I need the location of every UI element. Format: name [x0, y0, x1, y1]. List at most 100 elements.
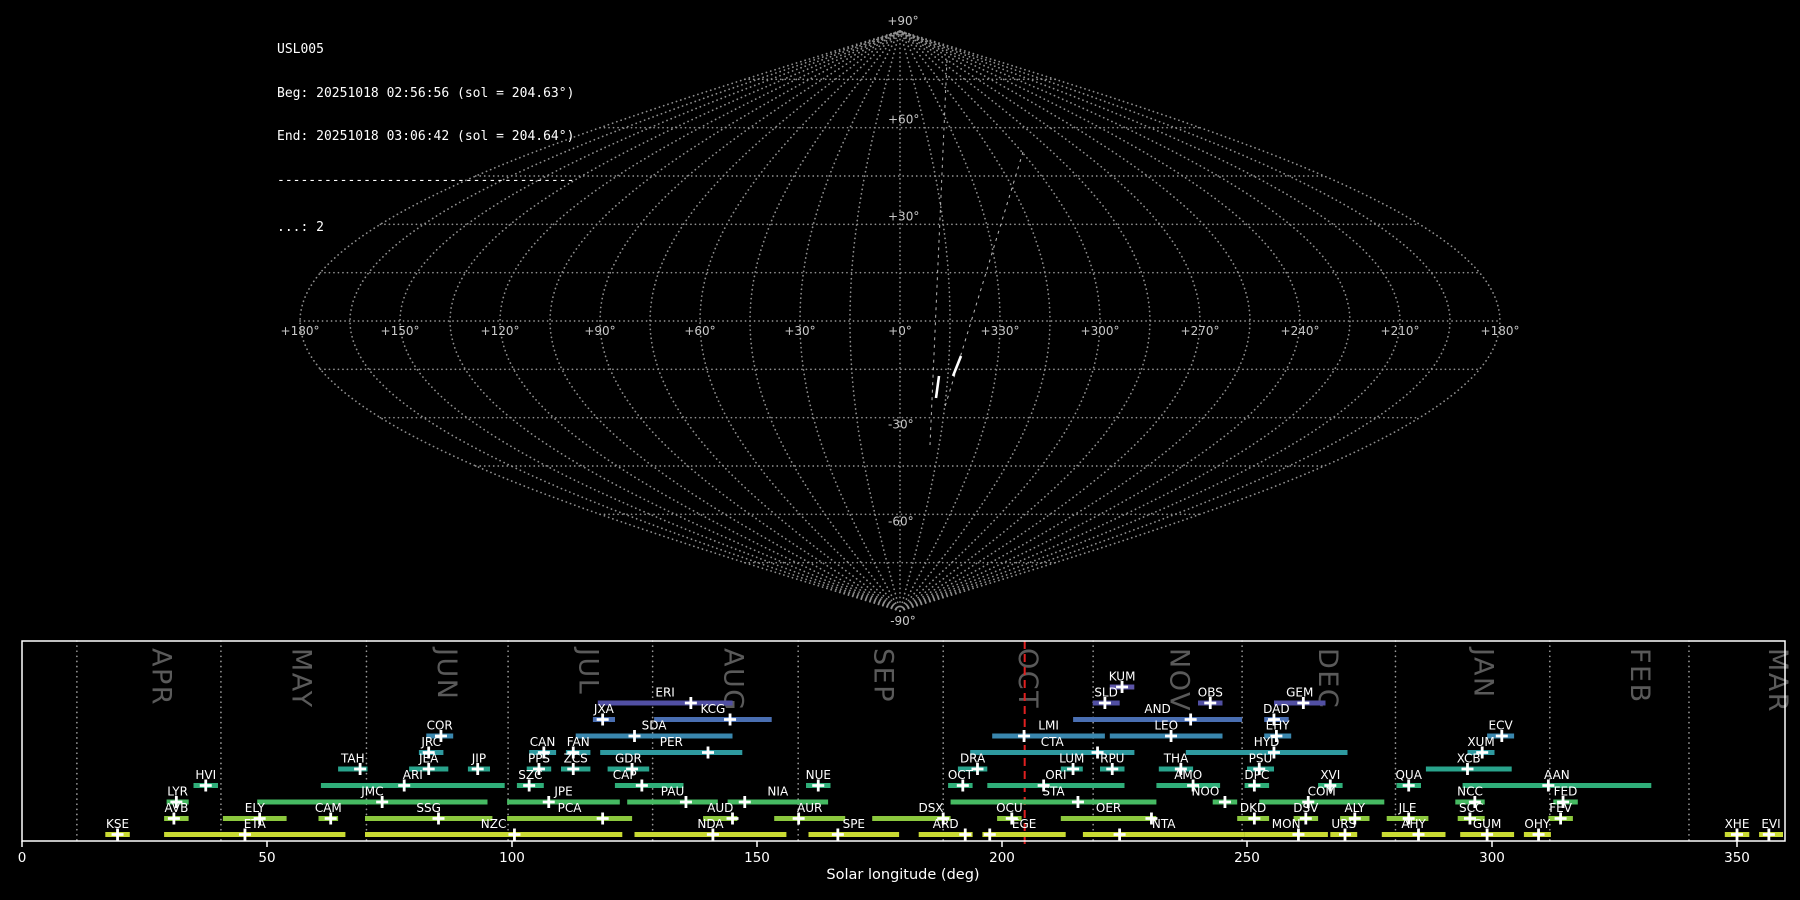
meteor-streak [934, 375, 941, 399]
shower-peak-marker-PCA [596, 812, 609, 825]
shower-label-JMC: JMC [360, 785, 383, 799]
x-axis-tick-label: 150 [744, 850, 770, 866]
shower-bar-COM [1259, 799, 1385, 805]
map-longitude-label: +120° [481, 324, 520, 338]
meteor-count-line: ...: 2 [277, 220, 324, 235]
x-axis-tick-label: 300 [1479, 850, 1505, 866]
shower-label-OER: OER [1096, 801, 1121, 815]
map-longitude-label: +150° [381, 324, 420, 338]
shower-peak-marker-NZC [508, 828, 521, 841]
map-longitude-label: +240° [1281, 324, 1320, 338]
map-latitude-label: -60° [888, 514, 914, 528]
shower-label-SPE: SPE [843, 817, 865, 831]
map-latitude-label: -90° [890, 614, 916, 628]
month-label: JUN [431, 646, 462, 700]
observation-header: USL005 Beg: 20251018 02:56:56 (sol = 204… [277, 14, 574, 265]
shower-label-ZCS: ZCS [564, 752, 588, 766]
shower-peak-marker-EGE [983, 828, 996, 841]
shower-label-GEM: GEM [1286, 686, 1313, 700]
shower-label-NDA: NDA [697, 817, 724, 831]
shower-label-ARD: ARD [933, 817, 959, 831]
shower-label-AHY: AHY [1401, 817, 1426, 831]
x-axis-tick-label: 50 [258, 850, 275, 866]
shower-label-THA: THA [1163, 752, 1189, 766]
end-time-line: End: 20251018 03:06:42 (sol = 204.64°) [277, 129, 575, 144]
shower-peak-marker-KCG [724, 713, 737, 726]
shower-label-NIA: NIA [767, 785, 789, 799]
map-longitude-label: +300° [1081, 324, 1120, 338]
month-label: DEC [1312, 648, 1343, 709]
month-label: FEB [1624, 648, 1655, 704]
shower-label-FED: FED [1554, 785, 1578, 799]
shower-bar-SPE [808, 832, 900, 837]
plot-canvas: +180° +150° +120° +90° +60° +30° +0° +330° +300°… [18, 14, 1793, 883]
map-longitude-label: +90° [584, 324, 615, 338]
shower-peak-marker-NTA [1113, 828, 1126, 841]
shower-label-JRC: JRC [420, 735, 441, 749]
shower-label-LEO: LEO [1154, 719, 1178, 733]
shower-label-ORI: ORI [1045, 768, 1066, 782]
shower-peak-marker-CAP [635, 779, 648, 792]
x-axis-title: Solar longitude (deg) [826, 867, 979, 883]
shower-label-DAD: DAD [1263, 702, 1289, 716]
shower-label-CAP: CAP [613, 768, 637, 782]
month-label: JUL [572, 646, 603, 695]
shower-peak-marker-JPE [542, 796, 555, 808]
shower-label-NTA: NTA [1152, 817, 1176, 831]
shower-label-MON: MON [1272, 817, 1301, 831]
shower-label-PER: PER [660, 735, 683, 749]
map-longitude-label: +270° [1181, 324, 1220, 338]
shower-bar-SSG [365, 816, 493, 821]
shower-label-KCG: KCG [700, 702, 725, 716]
shower-peak-marker-AND [1184, 713, 1197, 726]
shower-label-NZC: NZC [481, 817, 507, 831]
shower-label-ELY: ELY [245, 801, 266, 815]
shower-label-DSX: DSX [918, 801, 943, 815]
shower-bar-ETA [164, 832, 346, 837]
map-longitude-label: +60° [684, 324, 715, 338]
shower-bar-JMC [257, 799, 488, 805]
shower-peak-marker-STA [1071, 796, 1084, 808]
begin-time-line: Beg: 20251018 02:56:56 (sol = 204.63°) [277, 85, 575, 101]
shower-label-GDR: GDR [615, 752, 642, 766]
shower-label-EGE: EGE [1012, 817, 1036, 831]
shower-label-OCU: OCU [996, 801, 1023, 815]
shower-peak-marker-LMI [1018, 730, 1031, 742]
shower-peak-marker-ERI [684, 697, 697, 709]
month-label: JAN [1468, 646, 1499, 699]
meteor-streak [951, 355, 963, 377]
shower-label-STA: STA [1042, 785, 1065, 799]
shower-bar-NZC [365, 832, 623, 837]
map-longitude-label: +0° [888, 324, 912, 338]
shower-bar-AUR [774, 816, 846, 821]
month-label: SEP [867, 648, 898, 703]
activity-chart: APR MAY JUN JUL AUG SEP OCT NOV DEC JAN FEB MARKUME… [18, 640, 1793, 883]
shower-label-JLE: JLE [1398, 801, 1417, 815]
shower-label-ETA: ETA [244, 817, 267, 831]
shower-label-AUR: AUR [797, 801, 822, 815]
map-meridian [549, 30, 901, 612]
shower-label-NCC: NCC [1457, 785, 1483, 799]
shower-label-DPC: DPC [1244, 768, 1269, 782]
map-meridian [899, 30, 1451, 612]
shower-label-AUD: AUD [707, 801, 733, 815]
shower-label-DRA: DRA [960, 752, 986, 766]
map-longitude-label: +180° [281, 324, 320, 338]
map-meridian [899, 30, 1351, 612]
shower-label-SDA: SDA [642, 719, 668, 733]
map-latitude-label: +90° [887, 14, 918, 28]
shower-peak-marker-PER [702, 746, 714, 759]
shower-label-OCT: OCT [948, 768, 974, 782]
x-axis-tick-label: 0 [18, 850, 27, 866]
shower-label-EHY: EHY [1266, 719, 1291, 733]
month-label: OCT [1012, 648, 1043, 709]
map-longitude-label: +30° [784, 324, 815, 338]
shower-label-JPE: JPE [553, 785, 572, 799]
shower-label-HYD: HYD [1254, 735, 1280, 749]
shower-label-AMO: AMO [1174, 768, 1202, 782]
shower-label-CAM: CAM [315, 801, 342, 815]
shower-bar-ARI [320, 783, 505, 788]
shower-label-PAU: PAU [661, 785, 684, 799]
station-id: USL005 [277, 42, 324, 57]
shower-bar-SDA [575, 733, 733, 739]
